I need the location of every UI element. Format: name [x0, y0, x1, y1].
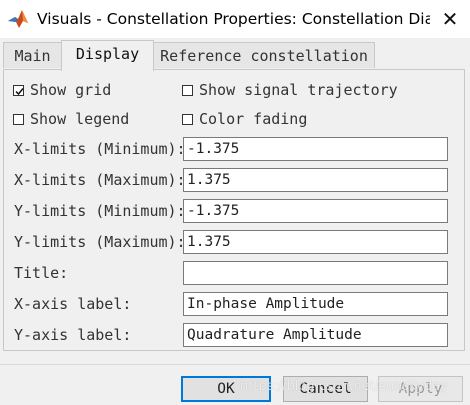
show-grid-label: Show grid — [30, 81, 112, 99]
checkmark-icon — [15, 87, 24, 95]
apply-button[interactable]: Apply — [378, 376, 463, 402]
color-fading-checkbox[interactable]: Color fading — [182, 110, 307, 128]
checkbox-box — [13, 84, 24, 96]
tab-reference-constellation[interactable]: Reference constellation — [153, 42, 375, 68]
y-limits-max-input[interactable] — [183, 230, 448, 254]
title-bar: Visuals - Constellation Properties: Cons… — [0, 0, 470, 38]
title-label: Title: — [14, 264, 69, 282]
display-panel: Show grid Show signal trajectory Show le… — [3, 69, 465, 351]
tab-main[interactable]: Main — [3, 42, 62, 68]
cancel-button[interactable]: Cancel — [283, 376, 368, 402]
footer-divider — [0, 364, 470, 365]
checkbox-box — [13, 113, 24, 125]
title-input[interactable] — [183, 261, 448, 285]
x-limits-min-input[interactable] — [183, 137, 448, 161]
checkbox-box — [182, 84, 193, 96]
x-limits-max-label: X-limits (Maximum): — [14, 171, 186, 189]
x-limits-min-label: X-limits (Minimum): — [14, 140, 186, 158]
close-icon[interactable]: ✕ — [430, 0, 470, 38]
x-axis-label-label: X-axis label: — [14, 295, 132, 313]
y-axis-label-input[interactable] — [183, 323, 448, 347]
ok-button[interactable]: OK — [181, 376, 271, 402]
checkbox-box — [182, 113, 193, 125]
show-legend-checkbox[interactable]: Show legend — [13, 110, 129, 128]
y-limits-max-label: Y-limits (Maximum): — [14, 233, 186, 251]
y-limits-min-input[interactable] — [183, 199, 448, 223]
y-axis-label-label: Y-axis label: — [14, 326, 132, 344]
tab-display[interactable]: Display — [61, 40, 154, 71]
window-title: Visuals - Constellation Properties: Cons… — [37, 10, 430, 28]
show-signal-trajectory-checkbox[interactable]: Show signal trajectory — [182, 81, 398, 99]
show-signal-trajectory-label: Show signal trajectory — [199, 81, 398, 99]
show-legend-label: Show legend — [30, 110, 130, 128]
color-fading-label: Color fading — [199, 110, 308, 128]
x-axis-label-input[interactable] — [183, 292, 448, 316]
show-grid-checkbox[interactable]: Show grid — [13, 81, 111, 99]
y-limits-min-label: Y-limits (Minimum): — [14, 202, 186, 220]
x-limits-max-input[interactable] — [183, 168, 448, 192]
tab-bar: Main Display Reference constellation — [0, 40, 470, 71]
matlab-logo-icon — [8, 10, 28, 28]
